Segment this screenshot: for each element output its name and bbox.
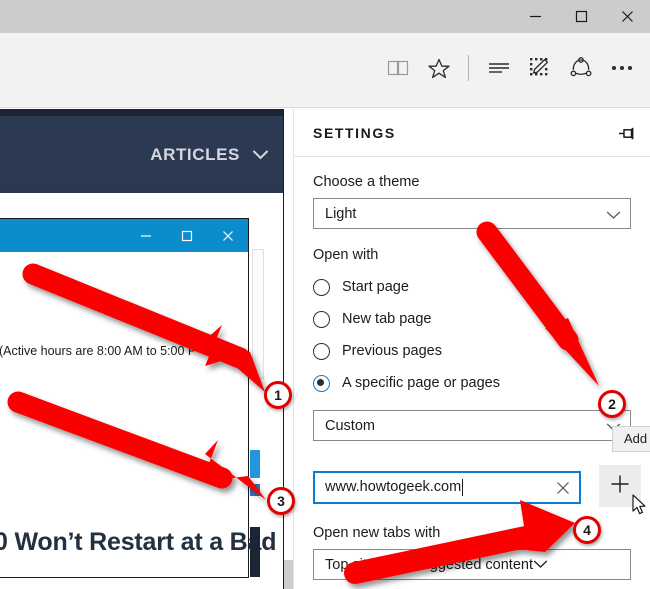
theme-label: Choose a theme [313,174,420,190]
text-caret [462,478,464,496]
site-nav-bar: ARTICLES [0,116,283,193]
close-button[interactable] [604,0,650,33]
page-accent-mark-primary [250,450,260,478]
url-input[interactable]: www.howtogeek.com [313,470,581,504]
minimize-button[interactable] [512,0,558,33]
site-nav-articles-link[interactable]: ARTICLES [150,145,240,165]
embedded-minimize-icon [125,219,166,252]
page-accent-mark-secondary [250,484,260,496]
mouse-cursor-icon [632,494,648,522]
chevron-down-icon[interactable] [252,149,269,160]
url-input-value: www.howtogeek.com [325,479,462,495]
settings-pane: SETTINGS Choose a theme Light Open with [293,109,650,589]
toolbar-icon-group [377,33,642,103]
active-hours-text: . (Active hours are 8:00 AM to 5:00 P [0,344,197,358]
radio-label: Start page [342,279,409,295]
custom-pages-select-value: Custom [325,417,375,434]
radio-button-indicator [313,310,330,328]
page-inner-scroll-track[interactable] [252,249,264,379]
radio-button-indicator [313,278,330,296]
theme-select[interactable]: Light [313,198,631,229]
radio-specific-page[interactable]: A specific page or pages [313,367,631,399]
chevron-down-icon [606,208,621,224]
more-dots [611,66,632,70]
browser-toolbar [0,33,650,108]
open-with-label: Open with [313,247,379,263]
theme-select-value: Light [325,205,357,222]
radio-button-indicator [313,342,330,360]
more-icon[interactable] [601,44,642,92]
maximize-button[interactable] [558,0,604,33]
web-page-content: ARTICLES . (Active hours are 8:00 AM to … [0,109,283,589]
site-top-strip [0,109,283,116]
add-tooltip: Add [612,426,650,452]
page-scrollbar[interactable] [284,109,293,589]
url-entry-row: Add www.howtogeek.com [313,426,650,515]
radio-label: A specific page or pages [342,375,500,391]
chevron-down-icon [533,557,548,573]
radio-start-page[interactable]: Start page [313,271,631,303]
settings-body: Choose a theme Light Open with Start pag… [294,157,650,589]
new-tabs-select-value: Top sites and suggested content [325,556,533,573]
radio-label: Previous pages [342,343,442,359]
settings-title: SETTINGS [313,124,396,141]
embedded-maximize-icon [166,219,207,252]
reading-view-icon[interactable] [377,44,418,92]
browser-window: ARTICLES . (Active hours are 8:00 AM to … [0,0,650,589]
radio-button-indicator-selected [313,374,330,392]
page-accent-mark-dark [250,527,260,577]
pin-icon[interactable] [614,121,640,145]
embedded-window-title-bar [0,219,248,252]
toolbar-divider [468,55,469,81]
new-tabs-select[interactable]: Top sites and suggested content [313,549,631,580]
clear-x-icon[interactable] [556,481,570,499]
radio-label: New tab page [342,311,432,327]
share-icon[interactable] [560,44,601,92]
web-note-icon[interactable] [519,44,560,92]
radio-new-tab-page[interactable]: New tab page [313,303,631,335]
new-tabs-label: Open new tabs with [313,525,441,541]
settings-header: SETTINGS [294,109,650,157]
hub-icon[interactable] [478,44,519,92]
custom-pages-select[interactable]: Custom [313,410,631,441]
page-scrollbar-thumb[interactable] [284,560,293,589]
embedded-screenshot [0,218,249,578]
window-title-bar [0,0,650,33]
embedded-close-icon [207,219,248,252]
favorites-star-icon[interactable] [418,44,459,92]
article-headline: 0 Won’t Restart at a Bad [0,528,277,556]
radio-previous-pages[interactable]: Previous pages [313,335,631,367]
plus-icon [610,474,630,499]
window-controls [512,0,650,33]
